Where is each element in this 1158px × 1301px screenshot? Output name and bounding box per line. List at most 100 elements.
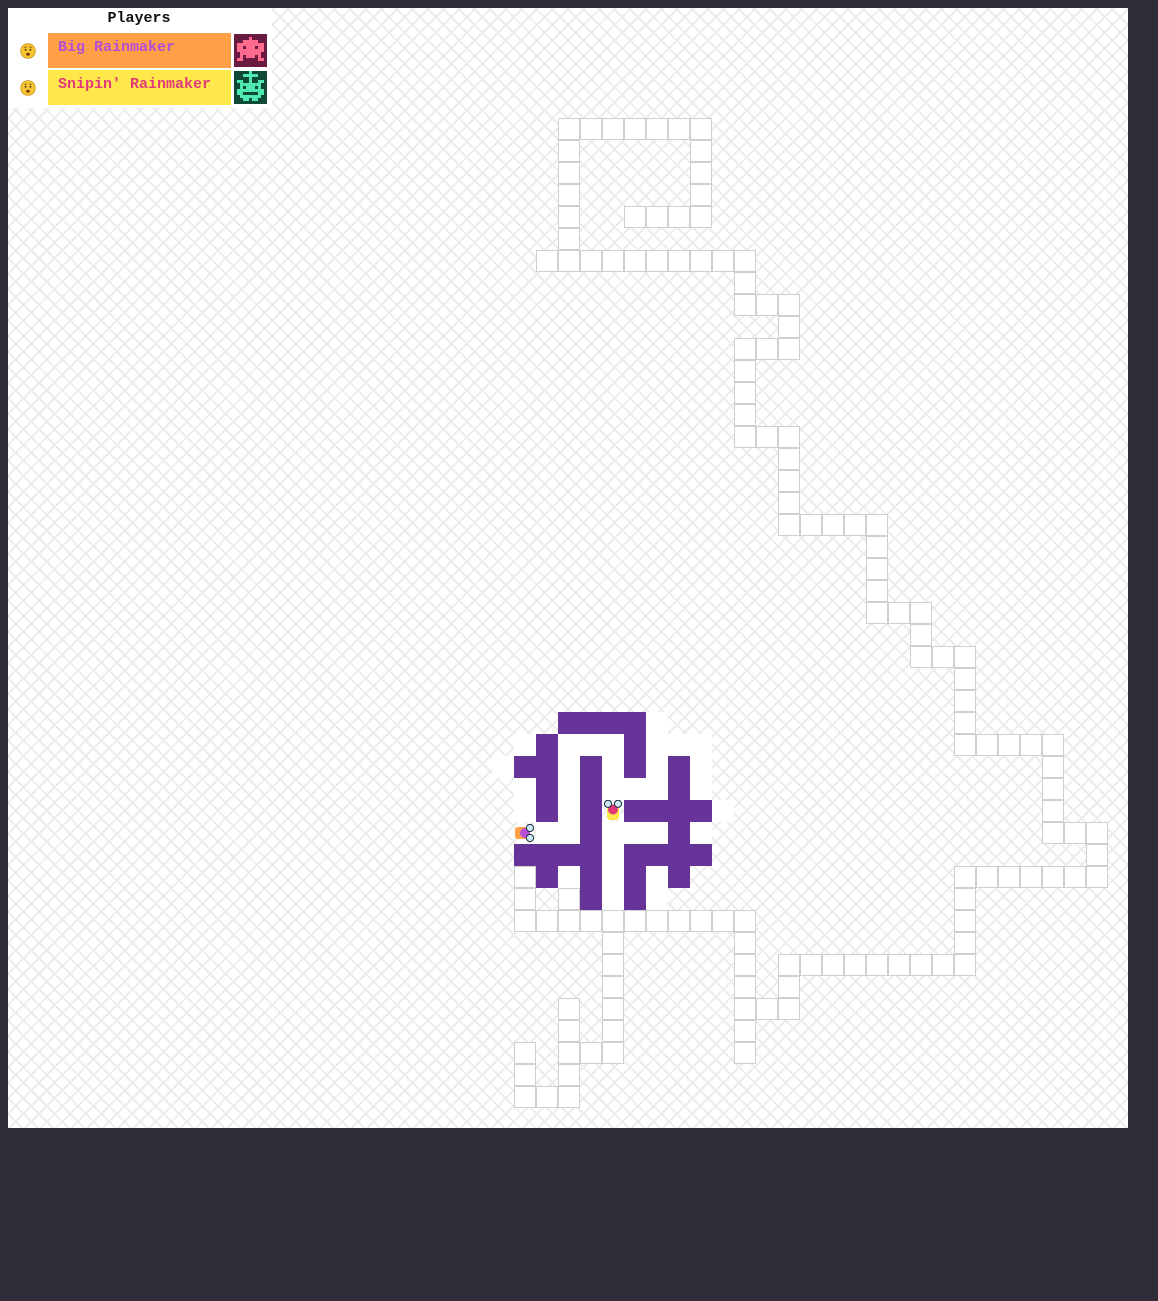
floor-cell bbox=[536, 822, 558, 844]
floor-cell bbox=[580, 118, 602, 140]
floor-cell bbox=[646, 250, 668, 272]
floor-cell bbox=[954, 668, 976, 690]
wall-cell bbox=[668, 778, 690, 800]
floor-cell bbox=[602, 910, 624, 932]
floor-cell bbox=[690, 734, 712, 756]
floor-cell bbox=[734, 1042, 756, 1064]
floor-cell bbox=[954, 888, 976, 910]
floor-cell bbox=[778, 954, 800, 976]
floor-cell bbox=[976, 734, 998, 756]
wall-cell bbox=[580, 822, 602, 844]
wall-cell bbox=[624, 844, 646, 866]
floor-cell bbox=[558, 800, 580, 822]
floor-cell bbox=[558, 866, 580, 888]
floor-cell bbox=[646, 206, 668, 228]
floor-cell bbox=[910, 954, 932, 976]
floor-cell bbox=[536, 1086, 558, 1108]
wall-cell bbox=[536, 866, 558, 888]
floor-cell bbox=[602, 954, 624, 976]
wall-cell bbox=[558, 844, 580, 866]
player-name-big-rainmaker: Big Rainmaker bbox=[48, 33, 231, 68]
floor-cell bbox=[910, 646, 932, 668]
floor-cell bbox=[602, 734, 624, 756]
floor-cell bbox=[690, 778, 712, 800]
floor-cell bbox=[822, 514, 844, 536]
floor-cell bbox=[778, 448, 800, 470]
floor-cell bbox=[624, 822, 646, 844]
wall-cell bbox=[558, 712, 580, 734]
floor-cell bbox=[954, 646, 976, 668]
floor-cell bbox=[778, 426, 800, 448]
floor-cell bbox=[954, 910, 976, 932]
floor-cell bbox=[602, 844, 624, 866]
floor-cell bbox=[866, 954, 888, 976]
floor-cell bbox=[558, 140, 580, 162]
floor-cell bbox=[602, 778, 624, 800]
floor-cell bbox=[1064, 822, 1086, 844]
wall-cell bbox=[536, 756, 558, 778]
wall-cell bbox=[646, 844, 668, 866]
wall-cell bbox=[668, 800, 690, 822]
floor-cell bbox=[734, 382, 756, 404]
wall-cell bbox=[624, 888, 646, 910]
floor-cell bbox=[756, 294, 778, 316]
floor-cell bbox=[602, 756, 624, 778]
floor-cell bbox=[558, 206, 580, 228]
snake-head bbox=[515, 823, 535, 843]
wall-cell bbox=[602, 712, 624, 734]
floor-cell bbox=[558, 734, 580, 756]
floor-cell bbox=[668, 206, 690, 228]
floor-cell bbox=[954, 954, 976, 976]
floor-cell bbox=[712, 910, 734, 932]
floor-cell bbox=[646, 778, 668, 800]
floor-cell bbox=[514, 1064, 536, 1086]
floor-cell bbox=[734, 272, 756, 294]
floor-cell bbox=[734, 426, 756, 448]
floor-cell bbox=[1086, 844, 1108, 866]
wall-cell bbox=[580, 756, 602, 778]
floor-cell bbox=[734, 360, 756, 382]
floor-cell bbox=[1042, 822, 1064, 844]
floor-cell bbox=[712, 800, 734, 822]
floor-cell bbox=[1042, 778, 1064, 800]
floor-cell bbox=[734, 250, 756, 272]
floor-cell bbox=[690, 910, 712, 932]
wall-cell bbox=[624, 712, 646, 734]
floor-cell bbox=[734, 932, 756, 954]
wall-cell bbox=[580, 844, 602, 866]
wall-cell bbox=[668, 756, 690, 778]
floor-cell bbox=[866, 558, 888, 580]
wall-cell bbox=[536, 844, 558, 866]
floor-cell bbox=[514, 734, 536, 756]
wall-cell bbox=[514, 844, 536, 866]
floor-cell bbox=[602, 976, 624, 998]
floor-cell bbox=[646, 118, 668, 140]
floor-cell bbox=[580, 910, 602, 932]
player-row-big-rainmaker[interactable]: Big Rainmaker bbox=[8, 33, 272, 68]
floor-cell bbox=[558, 250, 580, 272]
floor-cell bbox=[778, 976, 800, 998]
floor-cell bbox=[954, 734, 976, 756]
floor-cell bbox=[1064, 866, 1086, 888]
floor-cell bbox=[690, 250, 712, 272]
floor-cell bbox=[646, 734, 668, 756]
floor-cell bbox=[888, 602, 910, 624]
floor-cell bbox=[558, 778, 580, 800]
floor-cell bbox=[690, 118, 712, 140]
floor-cell bbox=[602, 866, 624, 888]
floor-cell bbox=[1042, 800, 1064, 822]
floor-cell bbox=[580, 250, 602, 272]
player-row-snipin-rainmaker[interactable]: Snipin' Rainmaker bbox=[8, 70, 272, 105]
wall-cell bbox=[624, 756, 646, 778]
wall-cell bbox=[668, 844, 690, 866]
floor-cell bbox=[602, 998, 624, 1020]
floor-cell bbox=[558, 162, 580, 184]
floor-cell bbox=[602, 118, 624, 140]
worried-face-icon bbox=[20, 43, 36, 59]
wall-cell bbox=[514, 756, 536, 778]
floor-cell bbox=[602, 1020, 624, 1042]
floor-cell bbox=[514, 1086, 536, 1108]
floor-cell bbox=[976, 866, 998, 888]
floor-cell bbox=[690, 184, 712, 206]
floor-cell bbox=[558, 1042, 580, 1064]
